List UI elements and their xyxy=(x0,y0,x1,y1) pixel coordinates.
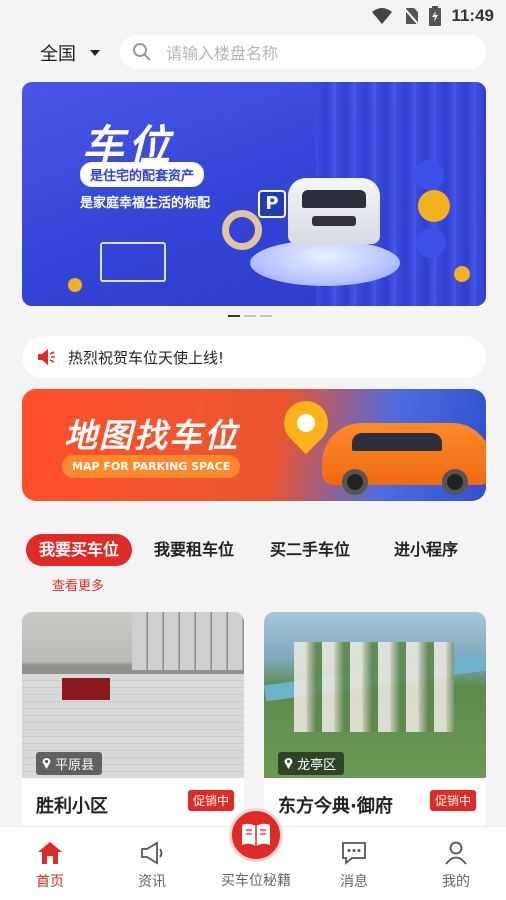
tab-rent-parking[interactable]: 我要租车位 xyxy=(154,534,234,566)
banner-stage xyxy=(250,240,400,286)
promo-badge: 促销中 xyxy=(429,790,476,811)
tabbar-messages[interactable]: 消息 xyxy=(314,827,394,900)
home-icon xyxy=(38,842,62,864)
banner-ball xyxy=(454,266,470,282)
tabbar-mine-label: 我的 xyxy=(442,874,470,890)
listing-name: 胜利小区 xyxy=(36,796,108,817)
banner-tagline: 是家庭幸福生活的标配 xyxy=(80,196,211,211)
search-icon xyxy=(133,43,151,61)
location-text: 龙亭区 xyxy=(297,758,337,773)
status-bar: 11:49 xyxy=(0,0,506,32)
notice-bar[interactable]: 热烈祝贺车位天使上线! xyxy=(22,336,486,378)
speaker-icon xyxy=(38,349,55,365)
tabbar-guide-label: 买车位秘籍 xyxy=(221,873,291,889)
promo-banner[interactable]: P 车位 是住宅的配套资产 是家庭幸福生活的标配 xyxy=(22,82,486,306)
pagination-dot xyxy=(228,315,240,317)
view-more-link[interactable]: 查看更多 xyxy=(52,575,104,594)
banner-car xyxy=(288,178,380,244)
listing-name: 东方今典·御府 xyxy=(278,796,393,817)
chevron-down-icon xyxy=(90,50,100,56)
tab-mini-program[interactable]: 进小程序 xyxy=(394,534,458,566)
location-text: 平原县 xyxy=(55,758,95,773)
tab-buy-parking[interactable]: 我要买车位 xyxy=(26,534,132,566)
banner-pagination xyxy=(228,315,272,317)
banner-pedestal xyxy=(100,242,166,282)
tab-secondhand-parking[interactable]: 买二手车位 xyxy=(270,534,350,566)
location-tag: 龙亭区 xyxy=(278,752,345,775)
pagination-dot xyxy=(260,315,272,317)
banner-ball xyxy=(416,228,446,258)
banner-ball xyxy=(414,160,444,190)
location-tag: 平原县 xyxy=(36,752,103,775)
tabbar-news-label: 资讯 xyxy=(138,874,166,890)
category-tabs: 我要买车位 我要租车位 买二手车位 进小程序 xyxy=(0,534,506,568)
map-search-banner[interactable]: 地图找车位 MAP FOR PARKING SPACE xyxy=(22,389,486,501)
book-icon xyxy=(242,823,270,846)
search-row: 全国 请输入楼盘名称 xyxy=(0,32,506,72)
banner-ball xyxy=(418,190,450,222)
listing-card[interactable]: 龙亭区 东方今典·御府 促销中 xyxy=(264,612,486,832)
banner-tagline-pill: 是住宅的配套资产 xyxy=(80,162,205,187)
location-pin-icon xyxy=(42,758,51,769)
banner-ball xyxy=(68,278,82,292)
message-icon xyxy=(342,842,366,865)
region-label: 全国 xyxy=(40,44,76,65)
location-pin-icon xyxy=(284,758,293,769)
tabbar-home[interactable]: 首页 xyxy=(10,827,90,900)
notice-text: 热烈祝贺车位天使上线! xyxy=(68,348,225,367)
megaphone-icon xyxy=(141,841,163,865)
wifi-icon xyxy=(372,8,393,24)
no-sim-icon xyxy=(403,7,420,25)
banner-ring xyxy=(222,210,262,250)
map-banner-subtitle: MAP FOR PARKING SPACE xyxy=(62,455,241,478)
battery-icon xyxy=(429,6,442,26)
listing-card[interactable]: 平原县 胜利小区 促销中 xyxy=(22,612,244,832)
tabbar-home-label: 首页 xyxy=(36,874,64,890)
tabbar-mine[interactable]: 我的 xyxy=(416,827,496,900)
region-selector[interactable]: 全国 xyxy=(40,40,100,66)
tabbar-messages-label: 消息 xyxy=(340,874,368,890)
map-banner-title: 地图找车位 xyxy=(64,416,239,455)
search-placeholder: 请输入楼盘名称 xyxy=(166,44,279,63)
pagination-dot xyxy=(244,315,256,317)
parking-sign: P xyxy=(258,190,286,218)
map-banner-car xyxy=(322,423,486,495)
promo-badge: 促销中 xyxy=(187,790,234,811)
person-icon xyxy=(445,841,467,865)
clock: 11:49 xyxy=(451,6,494,25)
search-input[interactable]: 请输入楼盘名称 xyxy=(120,35,486,69)
tabbar-news[interactable]: 资讯 xyxy=(112,827,192,900)
tabbar-guide-button[interactable] xyxy=(229,808,283,862)
